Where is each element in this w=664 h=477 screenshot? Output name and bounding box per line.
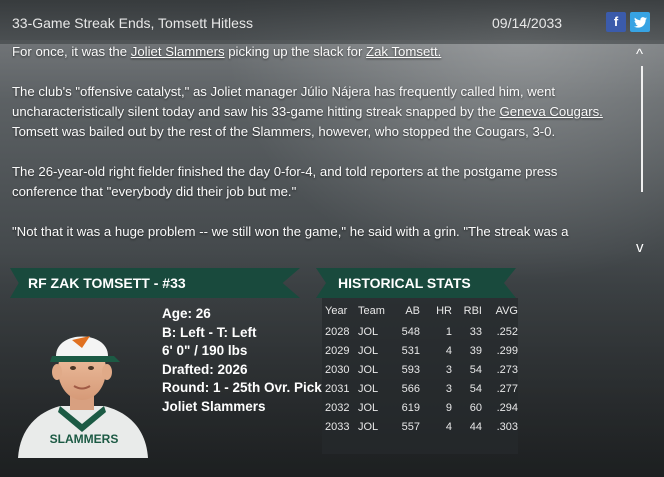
- table-row: 2032 JOL 619 9 60 .294: [325, 401, 518, 414]
- player-link[interactable]: Zak Tomsett.: [366, 44, 441, 59]
- player-bats-throws: B: Left - T: Left: [162, 324, 257, 340]
- player-age: Age: 26: [162, 306, 211, 321]
- player-bio: Age: 26 B: Left - T: Left 6' 0" / 190 lb…: [162, 305, 322, 416]
- table-row: 2028 JOL 548 1 33 .252: [325, 325, 518, 338]
- player-height-weight: 6' 0" / 190 lbs: [162, 343, 248, 358]
- player-header: RF ZAK TOMSETT - #33: [10, 268, 300, 298]
- column-header: Team: [358, 305, 385, 317]
- column-header: RBI: [463, 305, 482, 317]
- opponent-link[interactable]: Geneva Cougars.: [499, 104, 602, 119]
- column-header: AB: [405, 305, 420, 317]
- article-paragraph: For once, it was the Joliet Slammers pic…: [12, 44, 442, 59]
- facebook-icon[interactable]: f: [606, 12, 626, 32]
- player-team: Joliet Slammers: [162, 398, 266, 414]
- article-body: For once, it was the Joliet Slammers pic…: [12, 42, 624, 260]
- article-date: 09/14/2033: [492, 15, 563, 31]
- player-draft-round: Round: 1 - 25th Ovr. Pick: [162, 380, 322, 395]
- column-header: Year: [325, 305, 348, 317]
- table-row: 2030 JOL 593 3 54 .273: [325, 363, 518, 376]
- jersey-text: SLAMMERS: [50, 432, 119, 446]
- scroll-up-icon[interactable]: ^: [636, 46, 643, 63]
- article-paragraph: The 26-year-old right fielder finished t…: [12, 164, 558, 199]
- scroll-down-icon[interactable]: v: [636, 239, 644, 256]
- column-header: HR: [436, 305, 452, 317]
- table-row: 2031 JOL 566 3 54 .277: [325, 382, 518, 395]
- column-header: AVG: [495, 305, 518, 317]
- historical-stats-table: Year Team AB HR RBI AVG 2028 JOL 548 1 3…: [324, 300, 518, 436]
- article-header: 33-Game Streak Ends, Tomsett Hitless 09/…: [0, 0, 664, 44]
- table-row: 2029 JOL 531 4 39 .299: [325, 344, 518, 357]
- player-photo: SLAMMERS: [10, 300, 154, 458]
- article-paragraph: The club's "offensive catalyst," as Joli…: [12, 84, 603, 139]
- table-row: 2033 JOL 557 4 44 .303: [325, 420, 518, 433]
- historical-stats-panel: Year Team AB HR RBI AVG 2028 JOL 548 1 3…: [322, 298, 518, 454]
- player-drafted: Drafted: 2026: [162, 361, 248, 377]
- team-link[interactable]: Joliet Slammers: [131, 44, 225, 59]
- scrollbar[interactable]: [641, 66, 643, 192]
- stats-header-row: Year Team AB HR RBI AVG: [324, 300, 518, 322]
- article-title: 33-Game Streak Ends, Tomsett Hitless: [12, 15, 253, 31]
- twitter-icon[interactable]: [630, 12, 650, 32]
- stats-header: HISTORICAL STATS: [316, 268, 516, 298]
- article-paragraph: "Not that it was a huge problem -- we st…: [12, 224, 569, 239]
